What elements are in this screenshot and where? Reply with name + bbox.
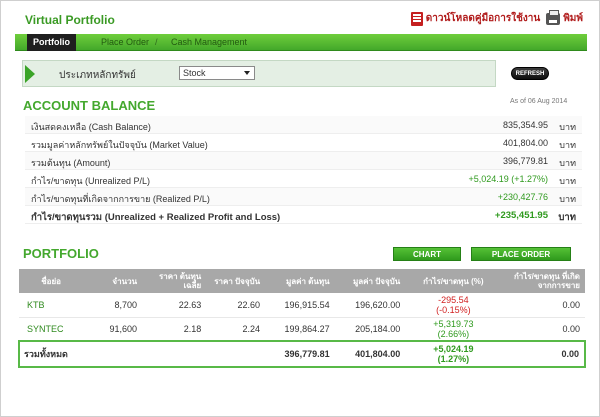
balance-label: กำไร/ขาดทุนที่เกิดจากการขาย (Realized P/… — [31, 194, 210, 204]
refresh-button[interactable]: REFRESH — [511, 67, 549, 80]
chart-button[interactable]: CHART — [393, 247, 461, 261]
table-cell: 8,700 — [83, 293, 143, 318]
column-header: จำนวน — [83, 269, 143, 293]
total-label: รวมทั้งหมด — [17, 340, 266, 368]
balance-label: รวมมูลค่าหลักทรัพย์ในปัจจุบัน (Market Va… — [31, 140, 208, 150]
total-pl-value: +5,024.19 — [433, 344, 474, 354]
table-cell: 22.63 — [142, 293, 207, 318]
table-cell: 0.00 — [501, 293, 585, 318]
download-manual-label: ดาวน์โหลดคู่มือการใช้งาน — [425, 13, 541, 24]
table-header-row: ชื่อย่อ จำนวน ราคา ต้นทุนเฉลี่ย ราคา ปัจ… — [19, 269, 585, 293]
window-frame: Virtual Portfolio ดาวน์โหลดคู่มือการใช้ง… — [0, 0, 600, 417]
table-row: KTB 8,700 22.63 22.60 196,915.54 196,620… — [19, 293, 585, 318]
tab-bar: Portfolio Place Order / Cash Management — [15, 34, 587, 51]
download-manual-link[interactable]: ดาวน์โหลดคู่มือการใช้งาน — [410, 11, 541, 26]
total-realized: 0.00 — [501, 340, 586, 368]
table-cell: 196,915.54 — [265, 293, 335, 318]
balance-label: กำไร/ขาดทุน (Unrealized P/L) — [31, 176, 151, 186]
table-cell: 2.18 — [142, 317, 207, 342]
pl-percent: (2.66%) — [437, 328, 470, 339]
caret-down-icon — [244, 71, 250, 75]
total-pl-percent: (1.27%) — [437, 354, 470, 364]
app-title: Virtual Portfolio — [25, 13, 115, 27]
balance-value: 396,779.81 — [502, 156, 548, 166]
table-cell: 91,600 — [83, 317, 143, 342]
table-cell: 196,620.00 — [334, 293, 406, 318]
column-header: มูลค่า ต้นทุน — [265, 269, 335, 293]
balance-unit: บาท — [559, 140, 576, 150]
security-type-select[interactable]: Stock — [179, 66, 255, 80]
portfolio-title: PORTFOLIO — [23, 246, 99, 261]
print-link[interactable]: พิมพ์ — [546, 9, 583, 26]
column-header: กำไร/ขาดทุน ที่เกิดจากการขาย — [501, 269, 585, 293]
table-row: SYNTEC 91,600 2.18 2.24 199,864.27 205,1… — [19, 317, 585, 342]
account-balance-title: ACCOUNT BALANCE — [23, 98, 156, 113]
balance-unit: บาท — [559, 158, 576, 168]
pl-percent: (-0.15%) — [436, 304, 471, 315]
balance-unit: บาท — [559, 176, 576, 186]
pl-cell: +5,319.73 (2.66%) — [405, 317, 502, 342]
balance-unit: บาท — [559, 122, 576, 132]
table-cell: 199,864.27 — [265, 317, 335, 342]
top-actions: ดาวน์โหลดคู่มือการใช้งาน พิมพ์ — [410, 9, 583, 26]
printer-icon — [546, 9, 561, 25]
balance-unit: บาท — [558, 212, 576, 223]
tab-place-order[interactable]: Place Order — [95, 34, 155, 51]
balance-value: 835,354.95 — [502, 120, 548, 130]
pl-value: -295.54 — [438, 294, 469, 305]
security-type-filter: ประเภทหลักทรัพย์ Stock — [22, 60, 496, 87]
balance-label: เงินสดคงเหลือ (Cash Balance) — [31, 122, 151, 132]
column-header: ราคา ต้นทุนเฉลี่ย — [142, 269, 207, 293]
balance-unit: บาท — [559, 194, 576, 204]
pl-cell: -295.54 (-0.15%) — [405, 293, 502, 318]
symbol-link[interactable]: SYNTEC — [19, 317, 84, 342]
balance-row-market-value: รวมมูลค่าหลักทรัพย์ในปัจจุบัน (Market Va… — [25, 134, 582, 152]
tab-portfolio[interactable]: Portfolio — [27, 34, 76, 51]
total-row: รวมทั้งหมด 396,779.81 401,804.00 +5,024.… — [17, 340, 586, 368]
column-header: ราคา ปัจจุบัน — [206, 269, 266, 293]
balance-row-cash: เงินสดคงเหลือ (Cash Balance) 835,354.95 … — [25, 116, 582, 134]
balance-value: +5,024.19 (+1.27%) — [468, 174, 548, 184]
balance-row-amount: รวมต้นทุน (Amount) 396,779.81 บาท — [25, 152, 582, 170]
balance-value: +235,451.95 — [494, 210, 548, 221]
security-type-selected: Stock — [183, 68, 206, 78]
table-cell: 22.60 — [206, 293, 266, 318]
total-pl-cell: +5,024.19 (1.27%) — [405, 340, 502, 368]
column-header: มูลค่า ปัจจุบัน — [334, 269, 406, 293]
total-cost-value: 396,779.81 — [265, 340, 335, 368]
pdf-icon — [410, 11, 423, 26]
balance-value: 401,804.00 — [502, 138, 548, 148]
balance-row-unrealized-pl: กำไร/ขาดทุน (Unrealized P/L) +5,024.19 (… — [25, 170, 582, 188]
balance-value: +230,427.76 — [497, 192, 548, 202]
tab-cash-management[interactable]: Cash Management — [165, 34, 253, 51]
column-header: ชื่อย่อ — [19, 269, 84, 293]
place-order-button[interactable]: PLACE ORDER — [471, 247, 571, 261]
portfolio-table: ชื่อย่อ จำนวน ราคา ต้นทุนเฉลี่ย ราคา ปัจ… — [17, 269, 586, 368]
tab-separator: / — [155, 37, 158, 47]
table-cell: 205,184.00 — [334, 317, 406, 342]
balance-row-total-pl: กำไร/ขาดทุนรวม (Unrealized + Realized Pr… — [25, 206, 582, 224]
symbol-link[interactable]: KTB — [19, 293, 84, 318]
table-cell: 0.00 — [501, 317, 585, 342]
header: Virtual Portfolio ดาวน์โหลดคู่มือการใช้ง… — [11, 7, 591, 35]
as-of-date: As of 06 Aug 2014 — [510, 98, 568, 105]
arrow-right-icon — [25, 65, 35, 83]
print-label: พิมพ์ — [563, 13, 583, 24]
total-market-value: 401,804.00 — [334, 340, 406, 368]
table-cell: 2.24 — [206, 317, 266, 342]
balance-label: รวมต้นทุน (Amount) — [31, 158, 111, 168]
balance-label: กำไร/ขาดทุนรวม (Unrealized + Realized Pr… — [31, 212, 281, 223]
account-balance-list: เงินสดคงเหลือ (Cash Balance) 835,354.95 … — [25, 116, 582, 224]
security-type-label: ประเภทหลักทรัพย์ — [59, 70, 136, 81]
balance-row-realized-pl: กำไร/ขาดทุนที่เกิดจากการขาย (Realized P/… — [25, 188, 582, 206]
pl-value: +5,319.73 — [433, 318, 474, 329]
column-header: กำไร/ขาดทุน (%) — [405, 269, 502, 293]
